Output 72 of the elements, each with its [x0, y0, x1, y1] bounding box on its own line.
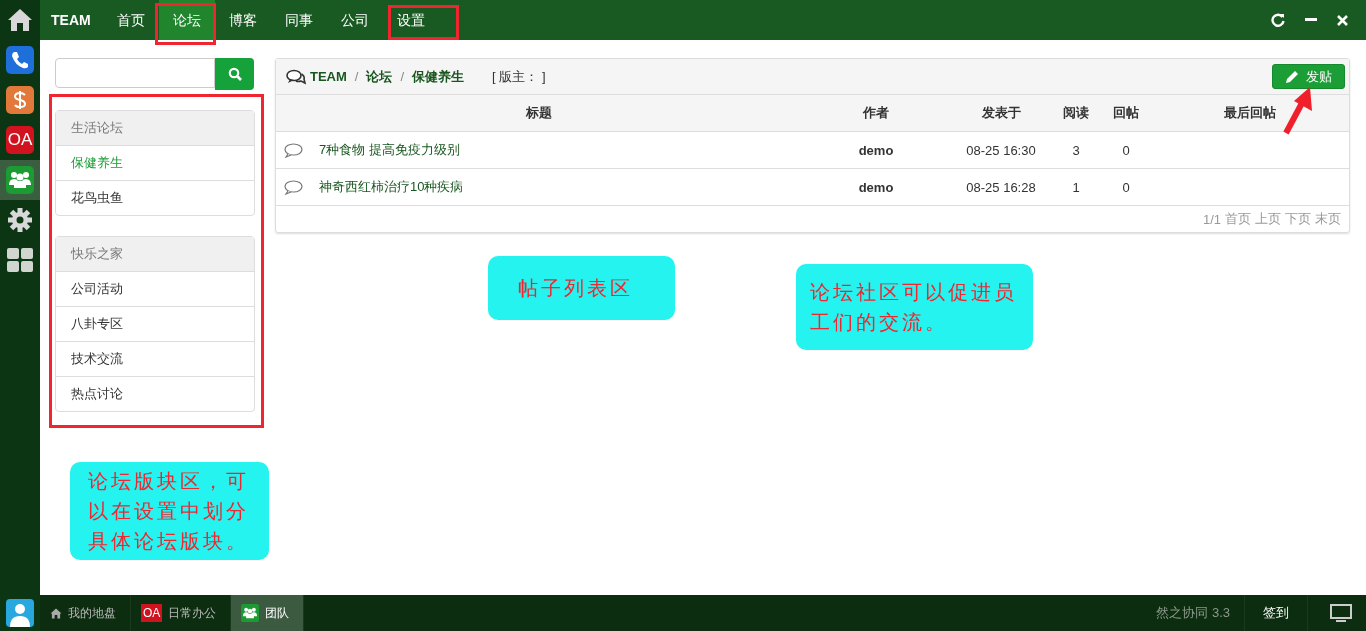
- pencil-icon: [1285, 69, 1300, 84]
- group-title: 生活论坛: [56, 111, 254, 146]
- team-icon: [6, 166, 34, 194]
- phone-icon: [6, 46, 34, 74]
- group-title: 快乐之家: [56, 237, 254, 272]
- views-cell-text: 1: [1071, 179, 1081, 195]
- board-item[interactable]: 保健养生: [56, 146, 254, 181]
- breadcrumb-separator: /: [354, 69, 359, 84]
- date-cell-text: 08-25 16:30: [965, 142, 1037, 158]
- page-count: 1/1: [1202, 211, 1221, 227]
- taskbar-item[interactable]: 我的地盘: [40, 595, 131, 631]
- user-avatar-icon[interactable]: [6, 599, 34, 627]
- board-item[interactable]: 热点讨论: [56, 377, 254, 411]
- nav-tab[interactable]: 公司: [326, 0, 383, 40]
- oa-app-icon: OA: [141, 604, 163, 622]
- column-header: 最后回帖: [1223, 104, 1277, 122]
- comment-icon: [284, 179, 303, 195]
- nav-tab[interactable]: 论坛: [158, 0, 215, 40]
- taskbar-item[interactable]: OA 日常办公: [131, 595, 232, 631]
- refresh-icon[interactable]: [1271, 13, 1285, 27]
- close-icon[interactable]: [1337, 14, 1348, 26]
- moderator-text: [ 版主： ]: [492, 67, 546, 86]
- version-text: 然之协同 3.3: [1156, 604, 1230, 622]
- new-post-button[interactable]: 发贴: [1272, 64, 1345, 89]
- column-header: 发表于: [980, 104, 1022, 122]
- dock-item[interactable]: OA: [0, 120, 40, 160]
- date-cell-text: 08-25 16:28: [965, 179, 1037, 195]
- search-field[interactable]: [55, 58, 215, 88]
- taskbar-item[interactable]: 团队: [231, 595, 305, 631]
- board-item[interactable]: 花鸟虫鱼: [56, 181, 254, 215]
- nav-tab[interactable]: 博客: [214, 0, 271, 40]
- views-cell-text: 3: [1071, 142, 1081, 158]
- author-cell-text: demo: [857, 179, 895, 195]
- column-header: 作者: [861, 104, 890, 122]
- breadcrumb-link[interactable]: TEAM: [310, 69, 347, 84]
- replies-cell-text: 0: [1121, 179, 1131, 195]
- nav-tab[interactable]: 设置: [382, 0, 439, 40]
- chat-icon: [286, 68, 306, 85]
- search-button[interactable]: [215, 58, 254, 90]
- board-item[interactable]: 八卦专区: [56, 307, 254, 342]
- column-header: 阅读: [1062, 104, 1090, 122]
- breadcrumb-separator: /: [400, 69, 405, 84]
- callout-text: 帖子列表区: [518, 275, 633, 302]
- sign-in-button[interactable]: 签到: [1244, 595, 1308, 631]
- post-title-link[interactable]: 神奇西红柿治疗10种疾病: [319, 178, 464, 196]
- board-item[interactable]: 公司活动: [56, 272, 254, 307]
- breadcrumb-link[interactable]: 论坛: [366, 67, 393, 86]
- dock-item[interactable]: [0, 160, 40, 200]
- breadcrumb-link[interactable]: 保健养生: [412, 67, 465, 86]
- highlight-frame: [155, 3, 216, 45]
- comment-icon: [284, 142, 303, 158]
- home-icon: [50, 607, 62, 619]
- dollar-icon: [6, 86, 34, 114]
- minimize-icon[interactable]: [1305, 18, 1317, 22]
- column-header: 标题: [524, 104, 553, 122]
- oa-app-icon: OA: [6, 126, 34, 154]
- column-header: 回帖: [1112, 104, 1140, 122]
- nav-tab[interactable]: 同事: [270, 0, 327, 40]
- board-item[interactable]: 技术交流: [56, 342, 254, 377]
- search-icon: [227, 67, 242, 81]
- highlight-frame: [388, 5, 459, 40]
- replies-cell-text: 0: [1121, 142, 1131, 158]
- nav-tab[interactable]: 首页: [102, 0, 159, 40]
- callout-text: 论坛版块区，可以在设置中划分具体论坛版块。: [88, 468, 250, 555]
- brand-text: TEAM: [50, 12, 92, 28]
- home-icon: [7, 8, 33, 32]
- author-cell-text: demo: [857, 142, 895, 158]
- team-icon: [241, 604, 260, 622]
- grid-icon: [7, 248, 33, 272]
- callout-text: 论坛社区可以促进员工们的交流。: [810, 279, 1018, 336]
- post-title-link[interactable]: 7种食物 提高免疫力级别: [319, 141, 460, 159]
- monitor-icon[interactable]: [1330, 604, 1352, 622]
